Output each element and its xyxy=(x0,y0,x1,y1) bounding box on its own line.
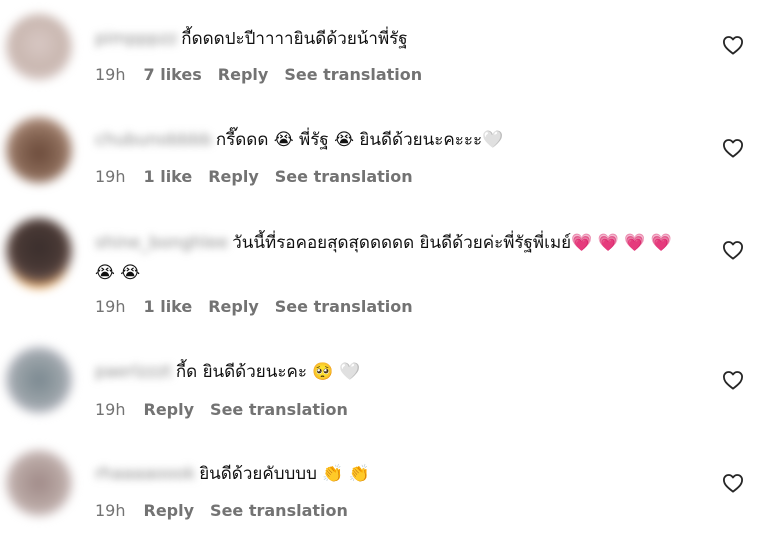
see-translation-link[interactable]: See translation xyxy=(275,297,413,316)
avatar[interactable] xyxy=(6,218,72,284)
comment-text: pimpppzz กี้ดดดปะปีาาาายินดีด้วยน้าพี่รัฐ xyxy=(95,24,690,54)
reply-button[interactable]: Reply xyxy=(144,501,195,520)
comment-meta: 19h 7 likes Reply See translation xyxy=(95,64,438,86)
likes-count[interactable]: 1 like xyxy=(144,297,193,316)
comment-body: ยินดีด้วยคับบบบ 👏 👏 xyxy=(199,464,371,484)
comment-username[interactable]: chubunobbbb xyxy=(95,125,212,155)
comment-time: 19h xyxy=(95,65,126,84)
comment-time: 19h xyxy=(95,297,126,316)
comment-meta: 19h Reply See translation xyxy=(95,500,364,522)
see-translation-link[interactable]: See translation xyxy=(210,501,348,520)
comment-username[interactable]: paerlzzzt xyxy=(95,357,172,387)
comment-time: 19h xyxy=(95,167,126,186)
heart-outline-icon[interactable] xyxy=(722,138,744,158)
comment-body: กี้ดดดปะปีาาาายินดีด้วยน้าพี่รัฐ xyxy=(181,29,408,49)
comment-username[interactable]: rhaaaaoook xyxy=(95,459,195,489)
comment-meta: 19h 1 like Reply See translation xyxy=(95,296,429,318)
comment-time: 19h xyxy=(95,501,126,520)
reply-button[interactable]: Reply xyxy=(208,167,259,186)
heart-outline-icon[interactable] xyxy=(722,473,744,493)
comment-text: rhaaaaoook ยินดีด้วยคับบบบ 👏 👏 xyxy=(95,459,690,489)
comment-body: กรี๊ดดด 😭 พี่รัฐ 😭 ยินดีด้วยนะคะะะ🤍 xyxy=(215,130,504,150)
comment-text: chubunobbbb กรี๊ดดด 😭 พี่รัฐ 😭 ยินดีด้วยน… xyxy=(95,125,690,155)
see-translation-link[interactable]: See translation xyxy=(210,400,348,419)
heart-outline-icon[interactable] xyxy=(722,370,744,390)
heart-outline-icon[interactable] xyxy=(722,35,744,55)
comment-text: shine_bonghlee วันนี้ที่รอคอยสุดสุดดดดด ย… xyxy=(95,228,690,288)
see-translation-link[interactable]: See translation xyxy=(275,167,413,186)
see-translation-link[interactable]: See translation xyxy=(284,65,422,84)
comment-meta: 19h 1 like Reply See translation xyxy=(95,166,429,188)
avatar[interactable] xyxy=(6,117,72,183)
comment-time: 19h xyxy=(95,400,126,419)
avatar[interactable] xyxy=(6,14,72,80)
likes-count[interactable]: 7 likes xyxy=(144,65,202,84)
reply-button[interactable]: Reply xyxy=(144,400,195,419)
reply-button[interactable]: Reply xyxy=(218,65,269,84)
heart-outline-icon[interactable] xyxy=(722,240,744,260)
likes-count[interactable]: 1 like xyxy=(144,167,193,186)
avatar[interactable] xyxy=(6,347,72,413)
comment-username[interactable]: shine_bonghlee xyxy=(95,228,228,258)
comment-username[interactable]: pimpppzz xyxy=(95,24,177,54)
comment-meta: 19h Reply See translation xyxy=(95,399,364,421)
reply-button[interactable]: Reply xyxy=(208,297,259,316)
avatar[interactable] xyxy=(6,450,72,516)
comment-body: กี้ด ยินดีด้วยนะคะ 🥺 🤍 xyxy=(175,362,361,382)
comment-text: paerlzzzt กี้ด ยินดีด้วยนะคะ 🥺 🤍 xyxy=(95,357,690,387)
